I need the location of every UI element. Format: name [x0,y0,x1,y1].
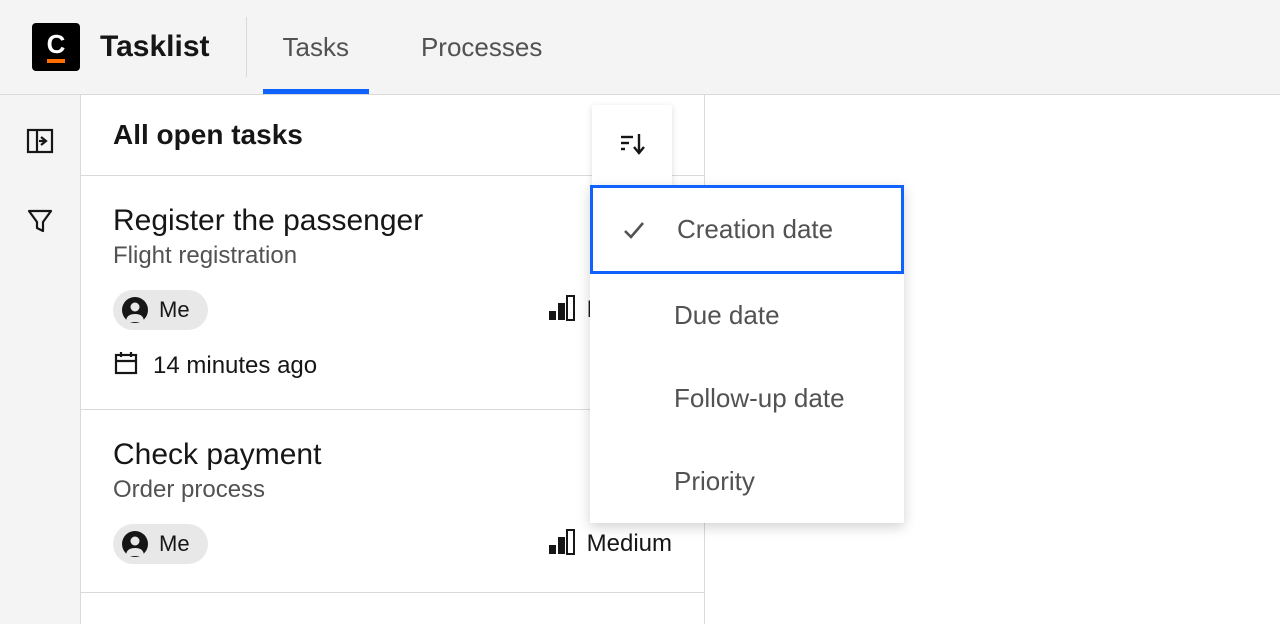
task-title: Check payment [113,438,672,472]
header-divider [246,17,247,77]
priority-label: Medium [587,530,672,558]
sort-option-label: Creation date [677,214,833,245]
sidebar [0,95,80,624]
task-meta-row: Me Medium [113,290,672,330]
sort-option-priority[interactable]: Priority [590,440,904,523]
bar-chart-icon [547,527,577,562]
filter-icon[interactable] [24,205,56,237]
task-list-panel: All open tasks Creation [80,95,705,624]
main-area: All open tasks Creation [0,95,1280,624]
sort-option-followup-date[interactable]: Follow-up date [590,357,904,440]
sort-button[interactable] [592,105,672,185]
sort-dropdown: Creation date Due date Follow-up date Pr… [590,185,904,523]
task-process: Flight registration [113,242,672,270]
calendar-icon [113,350,139,381]
assignee-pill[interactable]: Me [113,524,208,564]
person-icon [121,530,149,558]
task-time: 14 minutes ago [153,352,317,380]
tab-tasks[interactable]: Tasks [283,0,349,94]
task-meta-row: Me Medium [113,524,672,564]
sort-option-label: Priority [674,466,755,497]
priority-group: Medium [547,527,672,562]
assignee-label: Me [159,297,190,323]
sort-icon [617,129,647,162]
sort-option-creation-date[interactable]: Creation date [590,185,904,274]
task-process: Order process [113,476,672,504]
app-title: Tasklist [100,30,210,64]
logo-letter: C [47,31,66,57]
check-icon [621,217,651,243]
app-logo: C [32,23,80,71]
person-icon [121,296,149,324]
bar-chart-icon [547,293,577,328]
sort-option-due-date[interactable]: Due date [590,274,904,357]
sort-option-label: Follow-up date [674,383,845,414]
assignee-pill[interactable]: Me [113,290,208,330]
sort-option-label: Due date [674,300,780,331]
nav-tabs: Tasks Processes [283,0,543,94]
logo-accent-bar [47,59,65,63]
collapse-icon[interactable] [24,125,56,157]
task-time-row: 14 minutes ago [113,350,672,381]
tab-processes[interactable]: Processes [421,0,542,94]
assignee-label: Me [159,531,190,557]
panel-title: All open tasks [113,119,303,151]
top-bar: C Tasklist Tasks Processes [0,0,1280,95]
task-title: Register the passenger [113,204,672,238]
